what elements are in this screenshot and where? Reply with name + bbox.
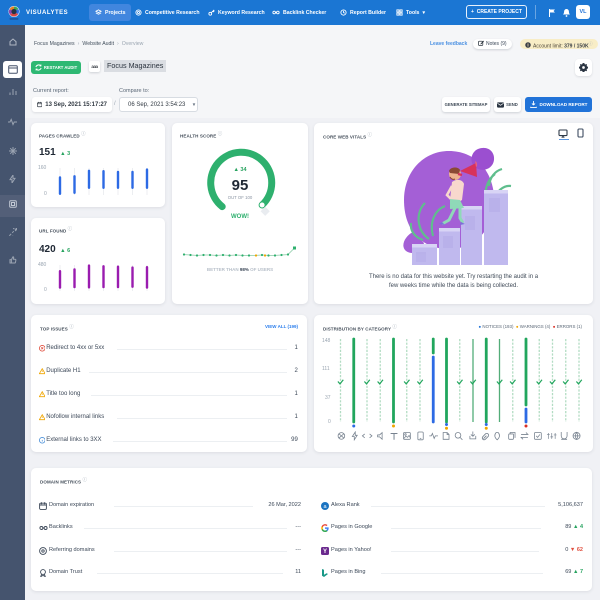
svg-text:Y: Y xyxy=(323,549,327,555)
